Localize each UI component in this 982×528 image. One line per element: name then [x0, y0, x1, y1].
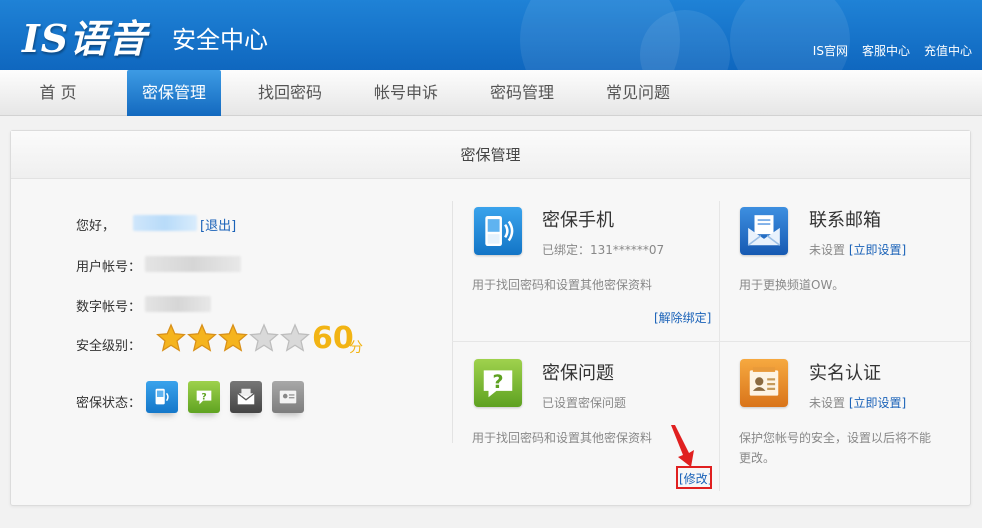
main-nav: 首 页 密保管理 找回密码 帐号申诉 密码管理 常见问题	[0, 70, 982, 116]
nav-account-appeal[interactable]: 帐号申诉	[361, 70, 451, 116]
link-recharge[interactable]: 充值中心	[924, 42, 972, 59]
divider-vertical	[452, 201, 453, 443]
divider-vertical	[719, 201, 720, 491]
site-subtitle: 安全中心	[172, 26, 268, 54]
nav-password-management[interactable]: 密码管理	[477, 70, 567, 116]
nav-faq[interactable]: 常见问题	[593, 70, 683, 116]
email-setup-link[interactable]: [立即设置]	[849, 243, 906, 257]
star-filled-icon	[218, 323, 248, 352]
header: IS语音 安全中心 IS官网 客服中心 充值中心	[0, 0, 982, 70]
pointer-arrow-icon	[671, 425, 694, 467]
email-panel-status: 未设置 [立即设置]	[809, 243, 907, 257]
phone-panel-title: 密保手机	[542, 210, 614, 231]
email-icon	[740, 207, 788, 255]
question-status-icon[interactable]: ?	[188, 381, 220, 413]
top-links: IS官网 客服中心 充值中心	[813, 42, 972, 59]
security-card: 密保管理 您好， [退出] 用户帐号： 数字帐号： 安全级别： 60 分 密保状…	[10, 130, 972, 506]
svg-text:?: ?	[201, 391, 206, 402]
phone-icon	[474, 207, 522, 255]
phone-panel-status: 已绑定：131******07	[542, 243, 665, 257]
question-icon: ?	[474, 359, 522, 407]
question-panel-title: 密保问题	[542, 363, 614, 384]
greeting-label: 您好，	[76, 219, 116, 234]
svg-text:?: ?	[492, 371, 503, 393]
realname-panel-status: 未设置 [立即设置]	[809, 396, 907, 410]
id-card-icon	[740, 359, 788, 407]
question-panel-desc: 用于找回密码和设置其他密保资料	[472, 431, 653, 445]
email-status-icon[interactable]	[230, 381, 262, 413]
security-score: 60	[312, 321, 354, 356]
highlight-box	[676, 466, 712, 489]
phone-status-icon[interactable]	[146, 381, 178, 413]
logout-link[interactable]: [退出]	[200, 215, 236, 234]
card-title: 密保管理	[11, 131, 970, 179]
security-status-icons: ?	[146, 381, 304, 413]
phone-panel-desc: 用于找回密码和设置其他密保资料	[472, 278, 653, 292]
realname-status-icon[interactable]	[272, 381, 304, 413]
divider-horizontal	[452, 341, 972, 342]
link-customer-service[interactable]: 客服中心	[862, 42, 910, 59]
site-logo[interactable]: IS语音	[22, 8, 147, 63]
username-redacted	[133, 215, 197, 231]
nav-recover-password[interactable]: 找回密码	[245, 70, 335, 116]
header-decoration	[730, 0, 850, 70]
digit-account-redacted	[145, 296, 211, 312]
digit-account-label: 数字帐号：	[76, 300, 142, 315]
security-stars	[156, 323, 310, 353]
star-filled-icon	[187, 323, 217, 352]
user-account-label: 用户帐号：	[76, 260, 142, 275]
star-empty-icon	[249, 323, 279, 352]
nav-security-management[interactable]: 密保管理	[127, 70, 221, 116]
realname-setup-link[interactable]: [立即设置]	[849, 396, 906, 410]
nav-home[interactable]: 首 页	[18, 70, 98, 116]
email-panel-desc: 用于更换频道OW。	[739, 278, 845, 292]
user-account-redacted	[145, 256, 241, 272]
realname-panel-title: 实名认证	[809, 363, 881, 384]
unbind-phone-link[interactable]: [解除绑定]	[654, 309, 711, 326]
security-score-unit: 分	[349, 340, 363, 356]
star-empty-icon	[280, 323, 310, 352]
star-filled-icon	[156, 323, 186, 352]
email-panel-title: 联系邮箱	[809, 210, 881, 231]
realname-panel-desc: 保护您帐号的安全，设置以后将不能更改。	[739, 431, 932, 465]
question-panel-status: 已设置密保问题	[542, 396, 627, 410]
security-level-label: 安全级别：	[76, 339, 142, 354]
link-official-site[interactable]: IS官网	[813, 42, 848, 59]
security-status-label: 密保状态：	[76, 396, 142, 411]
